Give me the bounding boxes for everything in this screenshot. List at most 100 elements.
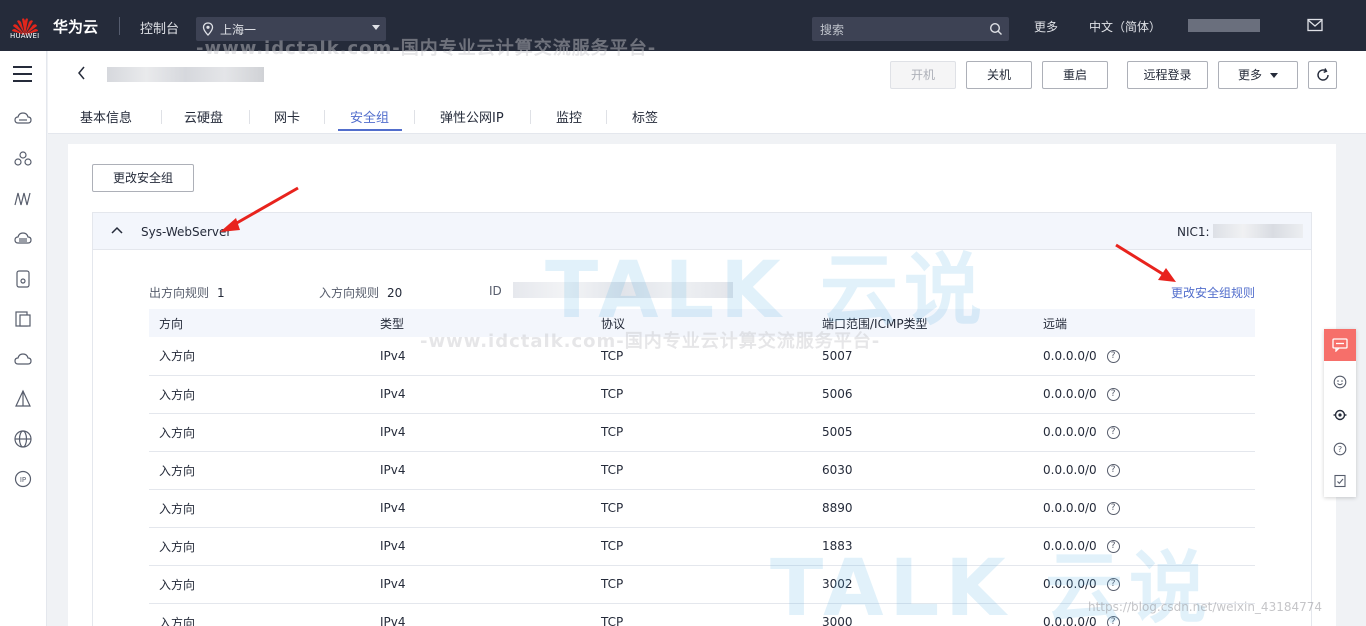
cell-remote: 0.0.0.0/0? [1033,527,1255,566]
remote-value: 0.0.0.0/0 [1043,348,1097,363]
cloud-server-icon[interactable] [13,109,33,129]
search-input[interactable]: 搜索 [812,17,1009,41]
cell-direction: 入方向 [149,603,370,626]
tab-divider [414,110,415,124]
help-icon[interactable]: ? [1106,426,1120,439]
nic-value [1213,224,1303,238]
chevron-up-icon[interactable] [110,225,124,235]
ip-icon[interactable]: IP [13,469,33,489]
restart-button[interactable]: 重启 [1042,61,1108,89]
shutdown-button[interactable]: 关机 [966,61,1032,89]
help-circle-icon[interactable]: ? [1333,442,1347,456]
help-icon[interactable]: ? [1106,616,1120,626]
cell-port: 3000 [812,603,1033,626]
annotation-arrow [1115,243,1176,282]
help-icon[interactable]: ? [1106,464,1120,477]
cell-protocol: TCP [591,451,812,490]
floating-toolbar: ? [1324,329,1356,497]
help-icon[interactable]: ? [1106,502,1120,515]
back-arrow-icon[interactable] [76,65,88,81]
cloud-storage-icon[interactable] [13,229,33,249]
cell-port: 5006 [812,375,1033,414]
disk-icon[interactable] [13,269,33,289]
tab-divider [249,110,250,124]
remote-value: 0.0.0.0/0 [1043,501,1097,515]
tab-eip[interactable]: 弹性公网IP [440,107,504,126]
column-header: 协议 [591,309,812,337]
language-selector[interactable]: 中文（简体） [1089,18,1161,35]
remote-login-button[interactable]: 远程登录 [1127,61,1208,89]
cell-protocol: TCP [591,489,812,528]
cell-type: IPv4 [370,489,591,528]
cell-type: IPv4 [370,527,591,566]
chat-button[interactable] [1324,329,1356,361]
network-icon[interactable] [13,189,33,209]
cell-protocol: TCP [591,527,812,566]
outbound-label: 出方向规则 [149,286,210,300]
tab-nic[interactable]: 网卡 [274,107,300,126]
annotation-arrow [220,186,299,232]
column-header: 类型 [370,309,591,337]
support-icon[interactable] [1333,408,1347,422]
help-icon[interactable]: ? [1106,540,1120,553]
more-button-label: 更多 [1237,68,1262,82]
cell-direction: 入方向 [149,527,370,566]
cell-type: IPv4 [370,337,591,376]
cluster-icon[interactable] [13,149,33,169]
remote-value: 0.0.0.0/0 [1043,387,1097,401]
more-menu[interactable]: 更多 [1034,18,1058,35]
tab-security-group[interactable]: 安全组 [350,107,389,126]
start-button[interactable]: 开机 [890,61,956,89]
instance-name [107,67,264,82]
tent-icon[interactable] [13,389,33,409]
brand-name[interactable]: 华为云 [53,16,98,37]
left-nav: IP [0,51,47,626]
id-label: ID [489,284,502,298]
svg-text:IP: IP [20,476,26,484]
cell-remote: 0.0.0.0/0? [1033,565,1255,604]
cell-remote: 0.0.0.0/0? [1033,489,1255,528]
location-pin-icon [202,22,214,36]
tab-divider [606,110,607,124]
cloud-icon[interactable] [13,349,33,369]
console-link[interactable]: 控制台 [140,18,179,37]
tab-cloud-disk[interactable]: 云硬盘 [184,107,223,126]
cell-protocol: TCP [591,375,812,414]
top-bar: HUAWEI 华为云 控制台 上海一 搜索 更多 中文（简体） [0,0,1366,51]
feedback-icon[interactable] [1333,474,1347,488]
backup-icon[interactable] [13,309,33,329]
outbound-count: 1 [217,286,225,300]
edit-security-group-rules-link[interactable]: 更改安全组规则 [1171,284,1255,301]
cell-port: 8890 [812,489,1033,528]
menu-icon[interactable] [13,66,32,82]
help-icon[interactable]: ? [1106,578,1120,591]
tab-tags[interactable]: 标签 [632,107,658,126]
more-button[interactable]: 更多 [1218,61,1298,89]
table-row: 入方向 IPv4 TCP 6030 0.0.0.0/0? [149,451,1255,490]
globe-icon[interactable] [13,429,33,449]
security-group-id [513,282,733,298]
outbound-rules-stat: 出方向规则 1 [149,284,225,301]
cell-type: IPv4 [370,413,591,452]
change-security-group-button[interactable]: 更改安全组 [92,164,194,192]
cell-type: IPv4 [370,565,591,604]
cell-remote: 0.0.0.0/0? [1033,337,1255,376]
table-row: 入方向 IPv4 TCP 1883 0.0.0.0/0? [149,527,1255,566]
table-row: 入方向 IPv4 TCP 5007 0.0.0.0/0? [149,337,1255,376]
user-account[interactable] [1188,19,1260,32]
region-selector[interactable]: 上海一 [196,17,386,41]
search-icon[interactable] [989,22,1003,36]
tab-monitoring[interactable]: 监控 [556,107,582,126]
watermark-url: https://blog.csdn.net/weixin_43184774 [1088,600,1323,614]
help-icon[interactable]: ? [1106,349,1120,363]
cell-protocol: TCP [591,565,812,604]
mail-icon[interactable] [1307,18,1323,32]
help-icon[interactable]: ? [1106,388,1120,401]
tab-divider [161,110,162,124]
column-header: 端口范围/ICMP类型 [812,309,1033,337]
cell-type: IPv4 [370,375,591,414]
refresh-button[interactable] [1308,61,1337,89]
nic-label: NIC1: [1177,225,1210,239]
tab-basic-info[interactable]: 基本信息 [80,107,132,126]
smiley-icon[interactable] [1333,375,1347,389]
